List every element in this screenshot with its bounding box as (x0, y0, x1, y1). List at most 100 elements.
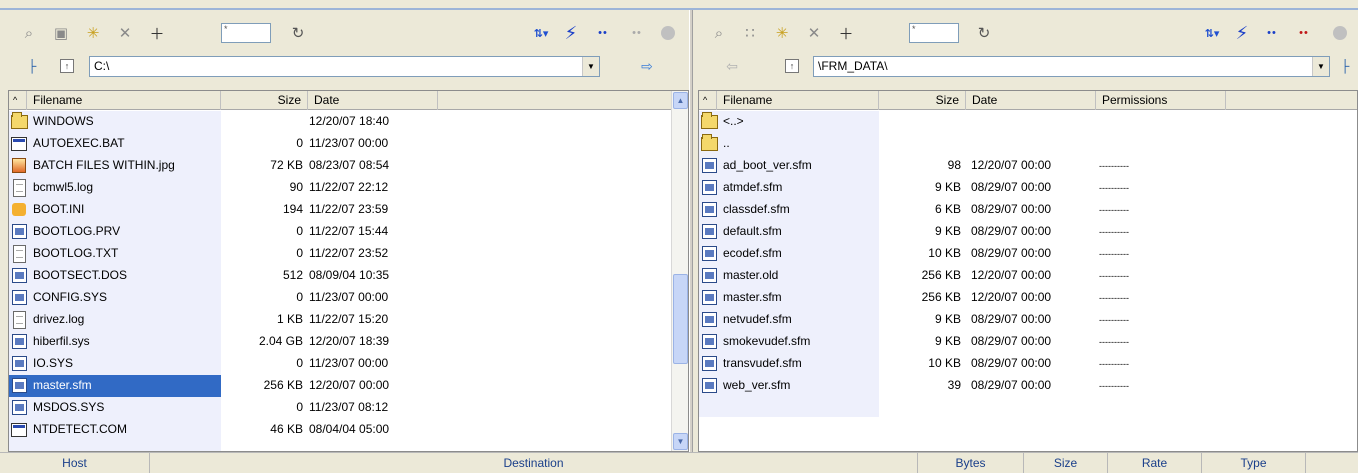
file-row[interactable]: NTDETECT.COM 46 KB 08/04/04 05:00 (9, 419, 688, 441)
file-row[interactable]: atmdef.sfm 9 KB 08/29/07 00:00 ---------- (699, 177, 1357, 199)
col-size[interactable]: Size (221, 91, 308, 110)
file-row[interactable]: hiberfil.sys 2.04 GB 12/20/07 18:39 (9, 331, 688, 353)
file-row[interactable]: classdef.sfm 6 KB 08/29/07 00:00 ---------- (699, 199, 1357, 221)
transfer-icon[interactable]: •• (592, 22, 614, 44)
file-row[interactable]: BOOTSECT.DOS 512 08/09/04 10:35 (9, 265, 688, 287)
new-folder-icon[interactable]: ✳ (82, 22, 104, 44)
queue-col-destination[interactable]: Destination (150, 453, 918, 473)
file-date: 11/22/07 22:12 (309, 180, 389, 194)
file-row[interactable]: smokevudef.sfm 9 KB 08/29/07 00:00 --------… (699, 331, 1357, 353)
file-row[interactable]: master.sfm 256 KB 12/20/07 00:00 (9, 375, 688, 397)
file-date: 08/29/07 00:00 (971, 356, 1052, 370)
file-row[interactable]: web_ver.sfm 39 08/29/07 00:00 ---------- (699, 375, 1357, 397)
file-date: 11/22/07 23:52 (309, 246, 389, 260)
find-icon[interactable]: ⌕ (708, 22, 730, 44)
local-file-list[interactable]: ^ Filename Size Date WINDOWS 12/20/07 18:… (8, 90, 689, 452)
remote-file-list[interactable]: ^ Filename Size Date Permissions <..>.. a… (698, 90, 1358, 452)
remote-path-select[interactable]: \FRM_DATA\ ▼ (813, 56, 1330, 77)
file-row[interactable]: bcmwl5.log 90 11/22/07 22:12 (9, 177, 688, 199)
sort-indicator-icon[interactable]: ^ (9, 91, 27, 110)
refresh-icon[interactable]: ↻ (973, 22, 995, 44)
chevron-down-icon[interactable]: ▼ (1312, 57, 1329, 76)
sfm-file-icon (702, 268, 717, 283)
stop-icon[interactable] (1333, 26, 1347, 40)
col-date[interactable]: Date (966, 91, 1096, 110)
local-path-select[interactable]: C:\ ▼ (89, 56, 600, 77)
add-icon[interactable]: ＋ (146, 22, 168, 44)
file-row[interactable]: .. (699, 133, 1357, 155)
file-row[interactable]: ad_boot_ver.sfm 98 12/20/07 00:00 ---------… (699, 155, 1357, 177)
delete-icon[interactable]: ✕ (114, 22, 136, 44)
quick-connect-icon[interactable]: ⚡ (1231, 22, 1253, 44)
view-icon[interactable]: ▣ (50, 22, 72, 44)
delete-icon[interactable]: ✕ (803, 22, 825, 44)
disconnect-icon[interactable]: •• (1293, 22, 1315, 44)
file-row[interactable]: IO.SYS 0 11/23/07 00:00 (9, 353, 688, 375)
file-date: 08/29/07 00:00 (971, 180, 1052, 194)
select-icon[interactable]: ∷ (739, 22, 761, 44)
file-row[interactable]: <..> (699, 111, 1357, 133)
scroll-up-icon[interactable]: ▲ (673, 92, 688, 109)
chevron-down-icon[interactable]: ▼ (582, 57, 599, 76)
file-row[interactable]: master.sfm 256 KB 12/20/07 00:00 ---------- (699, 287, 1357, 309)
queue-col-bytes[interactable]: Bytes (918, 453, 1024, 473)
queue-col-type[interactable]: Type (1202, 453, 1306, 473)
transfer-icon[interactable]: •• (1261, 22, 1283, 44)
file-date: 12/20/07 00:00 (971, 290, 1052, 304)
col-size[interactable]: Size (879, 91, 966, 110)
filter-input[interactable]: * (221, 23, 271, 43)
file-row[interactable]: BATCH FILES WITHIN.jpg 72 KB 08/23/07 08:5… (9, 155, 688, 177)
find-icon[interactable]: ⌕ (18, 22, 40, 44)
quick-connect-icon[interactable]: ⚡ (560, 22, 582, 44)
file-permissions: ---------- (1099, 161, 1129, 171)
file-date: 08/29/07 00:00 (971, 378, 1052, 392)
disconnect-icon[interactable]: •• (626, 22, 648, 44)
tree-view-icon[interactable]: ├ (1336, 57, 1354, 75)
file-row[interactable]: BOOTLOG.TXT 0 11/22/07 23:52 (9, 243, 688, 265)
file-size: 9 KB (934, 180, 961, 194)
stop-icon[interactable] (661, 26, 675, 40)
file-row[interactable]: MSDOS.SYS 0 11/23/07 08:12 (9, 397, 688, 419)
file-name: .. (723, 136, 730, 150)
file-row[interactable]: BOOTLOG.PRV 0 11/22/07 15:44 (9, 221, 688, 243)
go-arrow-icon[interactable]: ⇨ (638, 57, 656, 75)
sort-indicator-icon[interactable]: ^ (699, 91, 717, 110)
remote-path-value: \FRM_DATA\ (818, 59, 888, 73)
refresh-icon[interactable]: ↻ (287, 22, 309, 44)
back-arrow-icon[interactable]: ⇦ (723, 57, 741, 75)
sfm-file-icon (702, 224, 717, 239)
scroll-thumb[interactable] (673, 274, 688, 364)
new-folder-icon[interactable]: ✳ (771, 22, 793, 44)
local-pane: ⌕ ▣ ✳ ✕ ＋ * ↻ ⇅▾ ⚡ •• •• ├ ↑ C:\ ▼ ⇨ ^ F… (0, 10, 689, 452)
queue-col-size[interactable]: Size (1024, 453, 1108, 473)
window-top-border (0, 0, 1358, 10)
local-scrollbar[interactable]: ▲ ▼ (671, 91, 688, 451)
file-row[interactable]: master.old 256 KB 12/20/07 00:00 ---------- (699, 265, 1357, 287)
queue-col-rate[interactable]: Rate (1108, 453, 1202, 473)
file-row[interactable]: transvudef.sfm 10 KB 08/29/07 00:00 -------… (699, 353, 1357, 375)
filter-input[interactable]: * (909, 23, 959, 43)
file-row[interactable]: CONFIG.SYS 0 11/23/07 00:00 (9, 287, 688, 309)
add-icon[interactable]: ＋ (835, 22, 857, 44)
queue-col-host[interactable]: Host (0, 453, 150, 473)
col-filename[interactable]: Filename (717, 91, 879, 110)
file-row[interactable]: ecodef.sfm 10 KB 08/29/07 00:00 ---------- (699, 243, 1357, 265)
file-row[interactable]: WINDOWS 12/20/07 18:40 (9, 111, 688, 133)
up-folder-icon[interactable]: ↑ (785, 59, 799, 73)
col-permissions[interactable]: Permissions (1096, 91, 1226, 110)
file-name: default.sfm (723, 224, 782, 238)
col-date[interactable]: Date (308, 91, 438, 110)
folder-icon (11, 112, 28, 129)
col-filename[interactable]: Filename (27, 91, 221, 110)
sort-icon[interactable]: ⇅▾ (530, 22, 552, 44)
sort-icon[interactable]: ⇅▾ (1201, 22, 1223, 44)
config-file-icon (12, 203, 26, 216)
tree-view-icon[interactable]: ├ (23, 57, 41, 75)
file-row[interactable]: default.sfm 9 KB 08/29/07 00:00 ---------- (699, 221, 1357, 243)
scroll-down-icon[interactable]: ▼ (673, 433, 688, 450)
file-row[interactable]: BOOT.INI 194 11/22/07 23:59 (9, 199, 688, 221)
file-row[interactable]: drivez.log 1 KB 11/22/07 15:20 (9, 309, 688, 331)
file-row[interactable]: AUTOEXEC.BAT 0 11/23/07 00:00 (9, 133, 688, 155)
up-folder-icon[interactable]: ↑ (60, 59, 74, 73)
file-row[interactable]: netvudef.sfm 9 KB 08/29/07 00:00 ---------- (699, 309, 1357, 331)
